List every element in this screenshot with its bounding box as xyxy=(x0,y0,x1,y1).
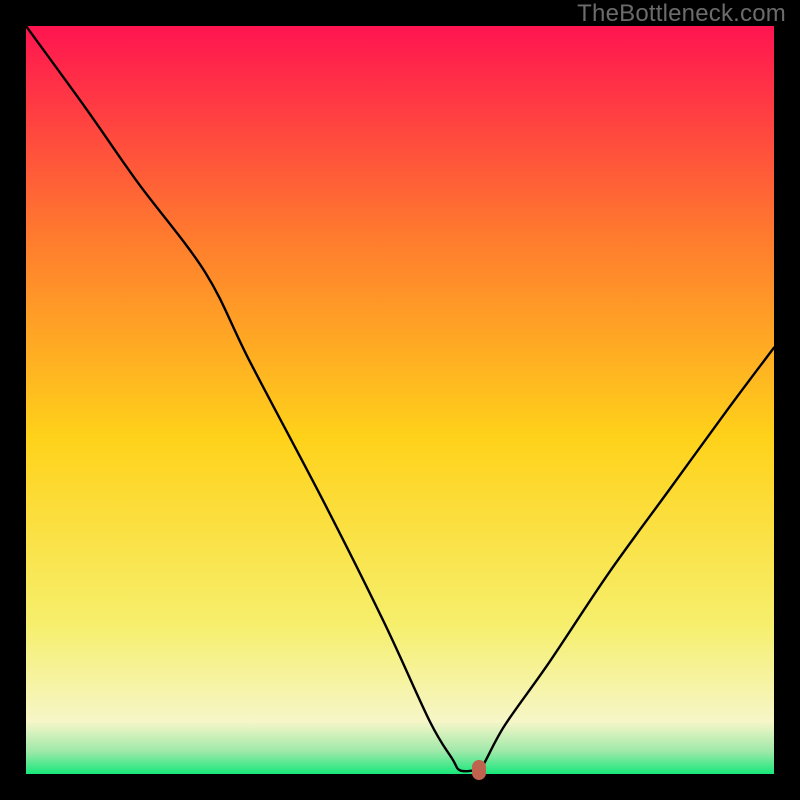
bottleneck-chart xyxy=(26,26,774,774)
plot-area xyxy=(26,26,774,774)
chart-frame: TheBottleneck.com xyxy=(0,0,800,800)
gradient-background xyxy=(26,26,774,774)
optimal-point-marker xyxy=(472,760,486,780)
watermark-text: TheBottleneck.com xyxy=(577,0,786,28)
